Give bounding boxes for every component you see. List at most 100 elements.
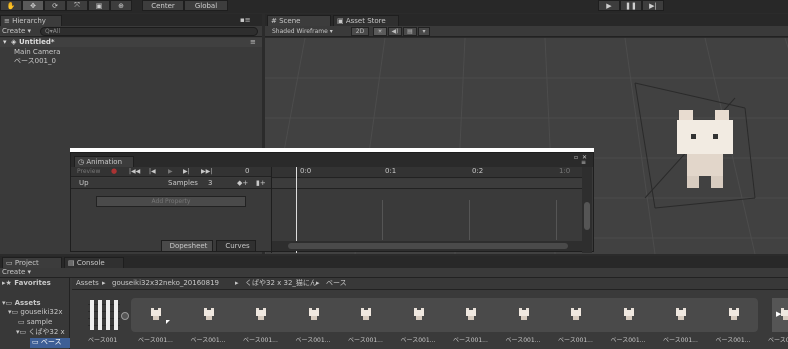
tree-item-assets[interactable]: ▾▭ Assets [2, 299, 41, 308]
hierarchy-search-input[interactable]: Q▾All [40, 27, 258, 36]
asset-tile[interactable] [308, 308, 322, 322]
asset-tile[interactable] [780, 308, 788, 322]
hand-tool-button[interactable]: ✋ [0, 0, 22, 11]
animation-window[interactable]: ◷ Animation ▫ ✕ ≡ Preview ● |◀◀ |◀ ▶ ▶| … [70, 152, 594, 253]
tree-item-base-selected[interactable]: ▭ ベース [30, 338, 70, 348]
play-button[interactable]: ▶ [598, 0, 620, 11]
first-key-icon[interactable]: |◀◀ [129, 167, 140, 176]
asset-tile[interactable] [413, 308, 427, 322]
prev-key-icon[interactable]: |◀ [149, 167, 156, 176]
scene-menu-icon[interactable]: ≡ [250, 38, 256, 47]
shading-mode-dropdown[interactable]: Shaded Wireframe ▾ [272, 27, 333, 36]
tab-animation[interactable]: ◷ Animation [74, 156, 134, 167]
project-tree: ▸★ Favorites ▾▭ Assets ▾▭ gouseiki32x ▭ … [0, 278, 70, 349]
samples-label: Samples [168, 179, 198, 187]
horizontal-scrollbar[interactable] [272, 241, 582, 251]
record-icon[interactable]: ● [111, 167, 117, 176]
frame-field[interactable]: 0 [245, 167, 249, 176]
rotate-tool-button[interactable]: ⟳ [44, 0, 66, 11]
breadcrumb-kupaya[interactable]: くぱや32 x 32_猫にん [245, 279, 317, 288]
tab-scene-label: Scene [279, 17, 301, 25]
folder-icon: ▭ [19, 328, 27, 336]
window-maximize-icon[interactable]: ▫ [574, 153, 578, 162]
timeline-ruler[interactable]: 0:0 0:1 0:2 1:0 [272, 167, 582, 178]
lock-icon[interactable]: ▪≡ [240, 16, 251, 25]
event-lane[interactable] [272, 179, 582, 189]
pivot-center-button[interactable]: Center [142, 0, 184, 11]
breadcrumb-assets[interactable]: Assets [76, 279, 99, 288]
scene-row[interactable]: ▾ ◈ Untitled* ≡ [0, 38, 262, 47]
sprite-sheet-thumbnail [88, 300, 120, 330]
tab-asset-store[interactable]: ▣ Asset Store [333, 15, 399, 26]
hierarchy-item-main-camera[interactable]: Main Camera [14, 48, 60, 57]
main-toolbar: ✋ ✥ ⟳ ⤧ ▣ ⊕ Center Global ▶ ❚❚ ▶| [0, 0, 788, 13]
asset-label: ベース001... [453, 337, 488, 344]
pivot-space-button[interactable]: Global [184, 0, 228, 11]
tree-item-gouseiki[interactable]: ▾▭ gouseiki32x [8, 308, 62, 317]
mode-2d-label: 2D [355, 28, 365, 35]
cat-sprite[interactable] [677, 110, 733, 190]
effects-toggle[interactable]: ▤ [403, 27, 417, 36]
scene-expand-icon[interactable]: ▾ [3, 38, 7, 47]
move-icon: ✥ [30, 1, 36, 10]
cat-thumbnail [780, 308, 788, 320]
asset-tile[interactable] [518, 308, 532, 322]
step-button[interactable]: ▶| [642, 0, 664, 11]
h-scrollbar-thumb[interactable] [288, 243, 568, 249]
timeline-scrollbar[interactable] [582, 167, 592, 253]
curves-tab[interactable]: Curves [216, 240, 256, 251]
hierarchy-item-sprite[interactable]: ベース001_0 [14, 57, 56, 66]
tree-item-sample[interactable]: ▭ sample [18, 318, 52, 327]
expand-sprite-button[interactable] [121, 312, 129, 320]
dopesheet-tab[interactable]: Dopesheet [161, 240, 213, 251]
asset-tile-sprite-sheet[interactable] [86, 300, 122, 330]
scene-tabbar: # Scene ▣ Asset Store [265, 14, 788, 26]
last-key-icon[interactable]: ▶▶| [201, 167, 212, 176]
tab-scene[interactable]: # Scene [267, 15, 331, 26]
breadcrumb-gouseiki[interactable]: gouseiki32x32neko_20160819 [112, 279, 219, 288]
tab-project[interactable]: ▭ Project [2, 257, 62, 268]
hierarchy-create-button[interactable]: Create ▾ [2, 27, 31, 36]
preview-toggle[interactable]: Preview [77, 167, 100, 176]
add-property-button[interactable]: Add Property [96, 196, 246, 207]
scrollbar-thumb[interactable] [584, 202, 590, 230]
grid-line [382, 200, 383, 240]
project-create-button[interactable]: Create ▾ [2, 268, 31, 277]
asset-tile[interactable] [570, 308, 584, 322]
folder-icon: ▭ [18, 318, 25, 326]
scale-tool-button[interactable]: ⤧ [66, 0, 88, 11]
asset-tile[interactable] [675, 308, 689, 322]
pause-button[interactable]: ❚❚ [620, 0, 642, 11]
samples-field[interactable]: 3 [208, 179, 212, 188]
image-icon: ▤ [407, 28, 413, 35]
transform-tool-button[interactable]: ⊕ [110, 0, 132, 11]
animation-menu-icon[interactable]: ≡ [581, 158, 586, 167]
lighting-toggle[interactable]: ☀ [373, 27, 387, 36]
tree-item-kupaya[interactable]: ▾▭ くぱや32 x [16, 328, 65, 337]
move-tool-button[interactable]: ✥ [22, 0, 44, 11]
breadcrumb-base[interactable]: ベース [326, 279, 347, 288]
add-keyframe-icon[interactable]: ◆+ [237, 179, 248, 188]
asset-tile[interactable] [255, 308, 269, 322]
asset-label: ベース001... [558, 337, 593, 344]
rect-tool-button[interactable]: ▣ [88, 0, 110, 11]
tree-item-base: ▭ ベース [32, 338, 62, 347]
asset-tile[interactable] [623, 308, 637, 322]
audio-toggle[interactable]: ◀) [388, 27, 402, 36]
effects-dropdown[interactable]: ▾ [418, 27, 430, 36]
mode-2d-button[interactable]: 2D [351, 27, 369, 36]
tab-console[interactable]: ▤ Console [64, 257, 124, 268]
clip-dropdown[interactable]: Up [79, 179, 89, 188]
tab-hierarchy[interactable]: ≡ Hierarchy [0, 15, 62, 26]
next-key-icon[interactable]: ▶| [183, 167, 190, 176]
dopesheet-area[interactable] [272, 190, 582, 240]
asset-tile[interactable] [150, 308, 164, 322]
asset-tile[interactable] [465, 308, 479, 322]
favorites-row[interactable]: ▸★ Favorites [2, 279, 51, 288]
asset-tile[interactable] [203, 308, 217, 322]
add-event-icon[interactable]: ▮+ [256, 179, 266, 188]
mouse-cursor [166, 320, 170, 324]
asset-tile[interactable] [728, 308, 742, 322]
asset-tile[interactable] [360, 308, 374, 322]
play-anim-icon[interactable]: ▶ [168, 167, 173, 176]
